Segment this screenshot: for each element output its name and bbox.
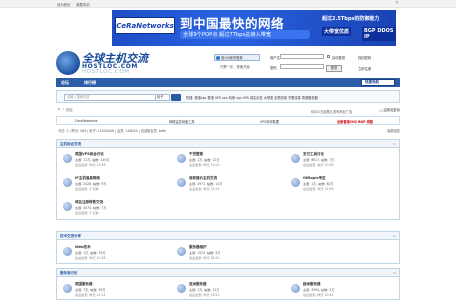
password-input[interactable] xyxy=(280,64,324,69)
auto-login-checkbox[interactable] xyxy=(327,55,330,58)
forum-last-post[interactable]: 最后发表: 3 天前 xyxy=(75,210,99,215)
main-nav: 论坛 排行榜 快捷导航 xyxy=(56,78,400,87)
forum-last-post[interactable]: 最后发表: 昨天 21:49 xyxy=(303,186,334,191)
username-label: 用户名 xyxy=(270,56,280,60)
forum-item[interactable]: 服务器维护 主题: 1523, 帖数: 3万 最后发表: 昨天 18:20 xyxy=(173,243,287,261)
link-speedtest[interactable]: 网络监控测速工具 xyxy=(169,119,195,124)
collapse-icon[interactable]: ▭ xyxy=(393,232,396,240)
nav-ranking[interactable]: 排行榜 xyxy=(84,80,96,86)
forum-item[interactable]: 干货整理 主题: 1万, 帖数: 12万 最后发表: 昨天 13:20 xyxy=(173,150,287,168)
forum-item[interactable]: 欧洲服务器 主题: 3594, 帖数: 2万 最后发表: 昨天 20:44 xyxy=(287,280,401,298)
auto-login-label: 自动登录 xyxy=(332,56,346,60)
forum-icon xyxy=(177,284,186,293)
set-homepage-link[interactable]: 设为首页 xyxy=(57,2,71,7)
link-hk-cn2[interactable]: 全新香港CN2 BGP 线路 xyxy=(337,119,373,124)
find-password-link[interactable]: 找回密码 xyxy=(358,55,371,60)
forum-item[interactable]: 美国VPS综合讨论 主题: 11万, 帖数: 149万 最后发表: 昨天 23:48 xyxy=(59,150,173,168)
forum-stats: 今日: 1 | 昨日: 284 | 帖子: 12030406 | 会员: 148… xyxy=(56,127,400,135)
hot-searches: 热搜: 香港vps 香港 VPS xen 机房 vps VPS 域名出售 大带宽… xyxy=(186,95,318,100)
login-button[interactable]: 登录 xyxy=(326,65,342,72)
forum-last-post[interactable]: 最后发表: 昨天 20:44 xyxy=(303,292,334,297)
qq-login-button[interactable]: 用QQ帐号登录 xyxy=(214,54,260,61)
forum-last-post[interactable]: 最后发表: 4 天前 xyxy=(75,186,99,191)
category-header[interactable]: 技术交流分享 ▭ xyxy=(56,231,400,240)
qq-icon xyxy=(216,56,220,60)
hot-label: 热搜: xyxy=(186,96,194,100)
forum-last-post[interactable]: 最后发表: 昨天 13:20 xyxy=(189,162,220,167)
forum-item[interactable]: Web技术 主题: 1万, 帖数: 19万 最后发表: 昨天 21:28 xyxy=(59,243,173,261)
forum-item[interactable]: 亚洲服务器 主题: 1万, 帖数: 11万 最后发表: 昨天 16:51 xyxy=(173,280,287,298)
breadcrumb-current[interactable]: 论坛 xyxy=(66,107,73,112)
search-type-select[interactable]: 帖子 xyxy=(156,94,170,101)
bookmark-link[interactable]: 收藏本站 xyxy=(76,2,90,7)
forum-item[interactable]: IP主机值高网络 主题: 2428, 帖数: 9万 最后发表: 4 天前 xyxy=(59,174,173,192)
forum-icon xyxy=(291,178,300,187)
banner-right3: BGP DDOS IP xyxy=(362,27,396,41)
forum-last-post[interactable]: 最后发表: 昨天 16:51 xyxy=(189,292,220,297)
forum-last-post[interactable]: 最后发表: 昨天 21:28 xyxy=(75,255,106,260)
username-input[interactable] xyxy=(280,54,324,59)
forum-icon xyxy=(177,247,186,256)
collapse-icon[interactable]: ▭ xyxy=(393,140,396,148)
forum-last-post[interactable]: 最后发表: 前天 10:28 xyxy=(303,162,334,167)
forum-icon xyxy=(63,154,72,163)
quick-start-text: 只需一步，快速开始 xyxy=(220,65,250,69)
ad-banner[interactable]: CeRaNetworks 到中国最快的网络 全球9个POP点 超过7Tbps总接… xyxy=(112,10,396,46)
announcement-bar: 6月21日起禁止发布商业广告 2019-7-12 CeraNetworks 网络… xyxy=(56,109,400,125)
forum-item[interactable]: 域名注册转售交流 主题: 4074, 帖数: 7万 最后发表: 3 天前 xyxy=(59,198,173,216)
breadcrumb-sep: › xyxy=(63,107,65,111)
hot-terms[interactable]: 香港vps 香港 VPS xen 机房 vps VPS 域名出售 大带宽 无限流… xyxy=(194,96,317,100)
banner-right1: 超过2.5Tbps的防御能力 xyxy=(322,16,380,22)
login-box: 用QQ帐号登录 只需一步，快速开始 用户名 自动登录 密码 找回密码 登录 立即… xyxy=(214,52,400,74)
register-link[interactable]: 立即注册 xyxy=(358,66,371,71)
category-header[interactable]: 主机综合交流 ▭ xyxy=(56,139,400,148)
site-logo[interactable]: 全球主机交流 HOSTLOC.COM HOSTLOC.COM xyxy=(56,50,164,75)
category-title: 主机综合交流 xyxy=(60,142,81,146)
nav-forum[interactable]: 论坛 xyxy=(61,80,69,86)
forum-item[interactable]: 美国服务器 主题: 7万, 帖数: 39万 最后发表: 昨天 22:14 xyxy=(59,280,173,298)
globe-icon xyxy=(56,51,80,75)
banner-brand: CeRaNetworks xyxy=(115,17,175,34)
password-label: 密码 xyxy=(270,66,277,70)
forum-icon xyxy=(63,202,72,211)
forum-icon xyxy=(291,284,300,293)
forum-icon xyxy=(63,178,72,187)
forum-icon xyxy=(177,178,186,187)
stats-line: 今日: 1 | 昨日: 284 | 帖子: 12030406 | 会员: 148… xyxy=(58,129,166,133)
banner-sub: 全球9个POP点 超过7Tbps总接入带宽 xyxy=(180,30,310,39)
top-bar: 设为首页 收藏本站 ✕ xyxy=(0,0,456,8)
newest-replies-link[interactable]: 最新回复 xyxy=(387,128,400,133)
search-button[interactable] xyxy=(171,94,181,101)
forum-item[interactable]: Offtopic专区 主题: 1万, 帖数: 62万 最后发表: 昨天 21:49 xyxy=(287,174,401,192)
forum-icon xyxy=(177,154,186,163)
forum-last-post[interactable]: 最后发表: 昨天 22:14 xyxy=(75,292,106,297)
announcement-date: 2019-7-12 xyxy=(379,109,396,113)
category-title: 技术交流分享 xyxy=(60,234,81,238)
forum-item[interactable]: 支付工具讨论 主题: 6617, 帖数: 7万 最后发表: 前天 10:28 xyxy=(287,150,401,168)
forum-item[interactable]: 商家建价主机交流 主题: 2971, 帖数: 12万 最后发表: 昨天 21:24 xyxy=(173,174,287,192)
category-title: 服务商讨论 xyxy=(60,271,78,275)
logo-reflection: HOSTLOC.COM xyxy=(82,69,130,75)
qq-login-label: 用QQ帐号登录 xyxy=(221,56,243,60)
forum-icon xyxy=(63,284,72,293)
forum-icon xyxy=(291,154,300,163)
forum-grid: 美国服务器 主题: 7万, 帖数: 39万 最后发表: 昨天 22:14 亚洲服务器… xyxy=(56,277,400,300)
quick-nav-dropdown[interactable]: 快捷导航 xyxy=(361,79,395,86)
banner-right2: 大带宽优质 xyxy=(322,27,352,36)
search-bar: 请输入搜索内容 帖子 热搜: 香港vps 香港 VPS xen 机房 vps V… xyxy=(56,90,400,103)
forum-grid: Web技术 主题: 1万, 帖数: 19万 最后发表: 昨天 21:28 服务器维护… xyxy=(56,240,400,264)
forum-last-post[interactable]: 最后发表: 昨天 23:48 xyxy=(75,162,106,167)
link-ceranetworks[interactable]: CeraNetworks xyxy=(75,119,97,123)
link-vps-review[interactable]: VPS测评数据 xyxy=(260,119,279,124)
close-icon[interactable]: ✕ xyxy=(395,0,399,6)
home-icon[interactable]: ⌂ xyxy=(58,107,60,111)
category-header[interactable]: 服务商讨论 ▭ xyxy=(56,268,400,277)
forum-grid: 美国VPS综合讨论 主题: 11万, 帖数: 149万 最后发表: 昨天 23:48… xyxy=(56,148,400,220)
forum-last-post[interactable]: 最后发表: 昨天 18:20 xyxy=(189,255,220,260)
forum-last-post[interactable]: 最后发表: 昨天 21:24 xyxy=(189,186,220,191)
announcement-text[interactable]: 6月21日起禁止发布商业广告 xyxy=(311,109,352,114)
collapse-icon[interactable]: ▭ xyxy=(393,269,396,277)
search-input[interactable]: 请输入搜索内容 xyxy=(64,94,156,101)
forum-icon xyxy=(63,247,72,256)
